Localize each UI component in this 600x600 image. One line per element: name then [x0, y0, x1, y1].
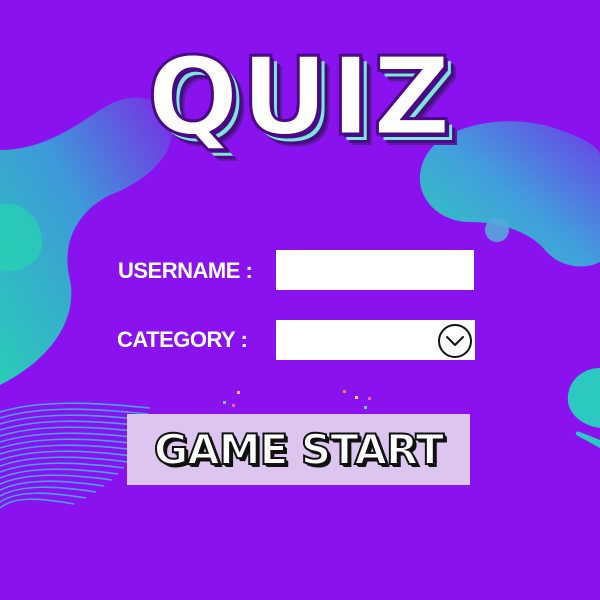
game-start-button[interactable]: GAME START [127, 414, 470, 485]
game-start-label: GAME START [153, 424, 445, 475]
username-input[interactable] [276, 250, 474, 290]
quiz-start-screen: QUIZ USERNAME : CATEGORY : GAME START [0, 0, 600, 600]
chevron-down-icon[interactable] [438, 324, 472, 358]
quiz-title: QUIZ [145, 35, 453, 160]
category-select[interactable] [276, 320, 475, 360]
username-label: USERNAME : [118, 258, 253, 283]
category-label: CATEGORY : [117, 327, 248, 352]
